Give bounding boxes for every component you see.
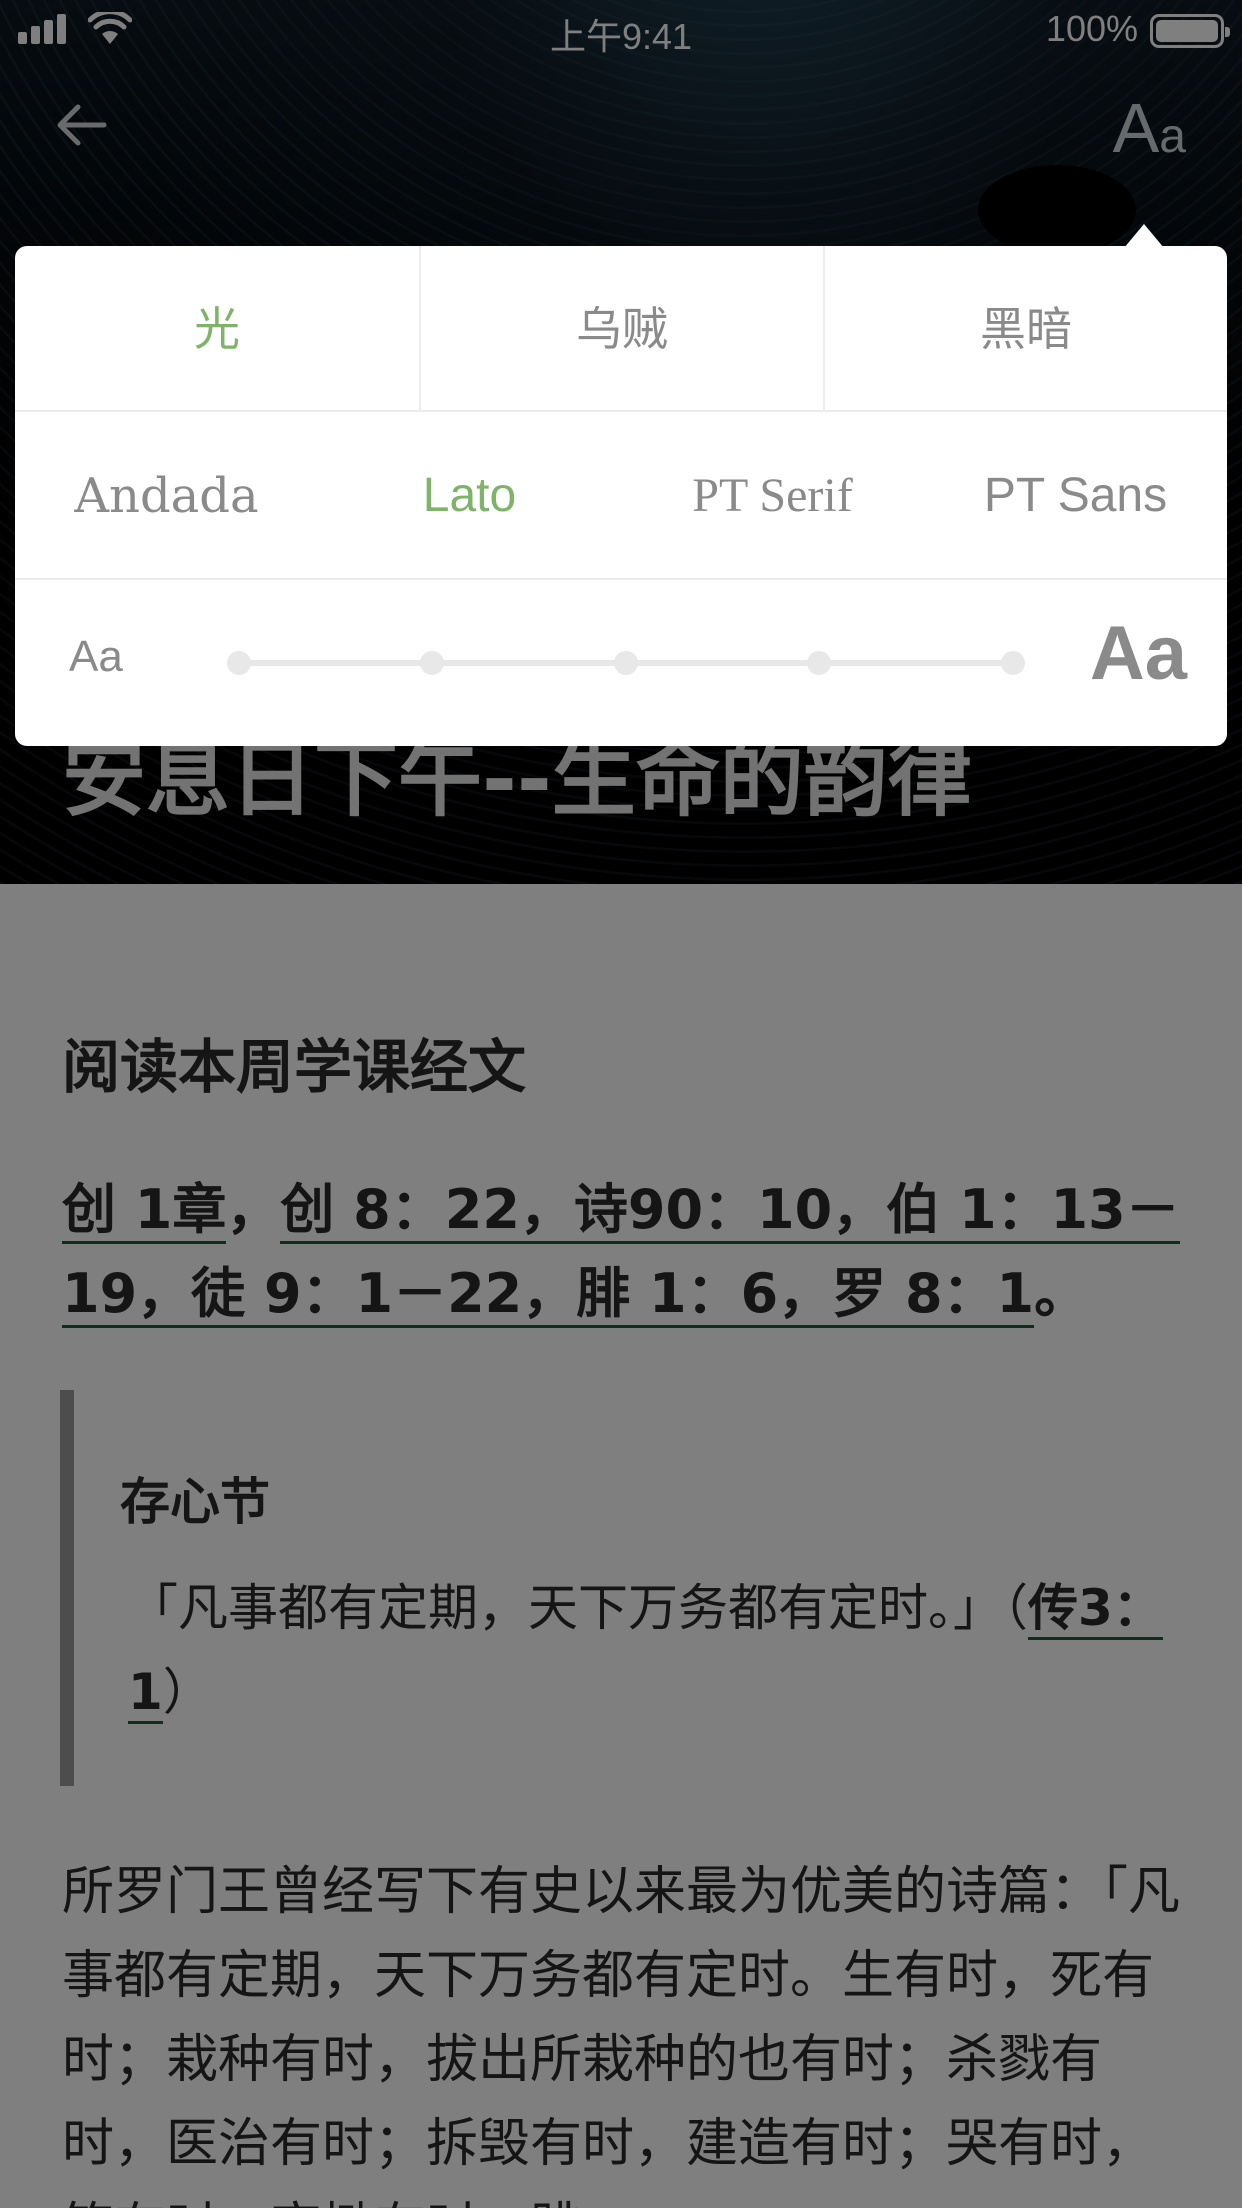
font-selector: Andada Lato PT Serif PT Sans [15,412,1227,580]
theme-selector: 光 乌贼 黑暗 [15,246,1227,412]
font-size-slider[interactable] [227,651,1025,675]
theme-dark-button[interactable]: 黑暗 [823,246,1227,412]
slider-step[interactable] [614,651,638,675]
font-size-large-label: Aa [1089,611,1187,696]
theme-sepia-button[interactable]: 乌贼 [419,246,823,412]
popover-arrow [1124,224,1164,248]
font-size-row: Aa Aa [15,580,1227,746]
slider-step[interactable] [1001,651,1025,675]
slider-step[interactable] [420,651,444,675]
font-size-small-label: Aa [69,632,123,681]
theme-light-button[interactable]: 光 [15,246,419,412]
font-lato-button[interactable]: Lato [318,412,621,580]
reading-settings-popover: 光 乌贼 黑暗 Andada Lato PT Serif PT Sans Aa … [15,246,1227,746]
slider-step[interactable] [807,651,831,675]
font-ptserif-button[interactable]: PT Serif [621,412,924,580]
slider-step[interactable] [227,651,251,675]
font-ptsans-button[interactable]: PT Sans [924,412,1227,580]
font-andada-button[interactable]: Andada [15,412,318,580]
